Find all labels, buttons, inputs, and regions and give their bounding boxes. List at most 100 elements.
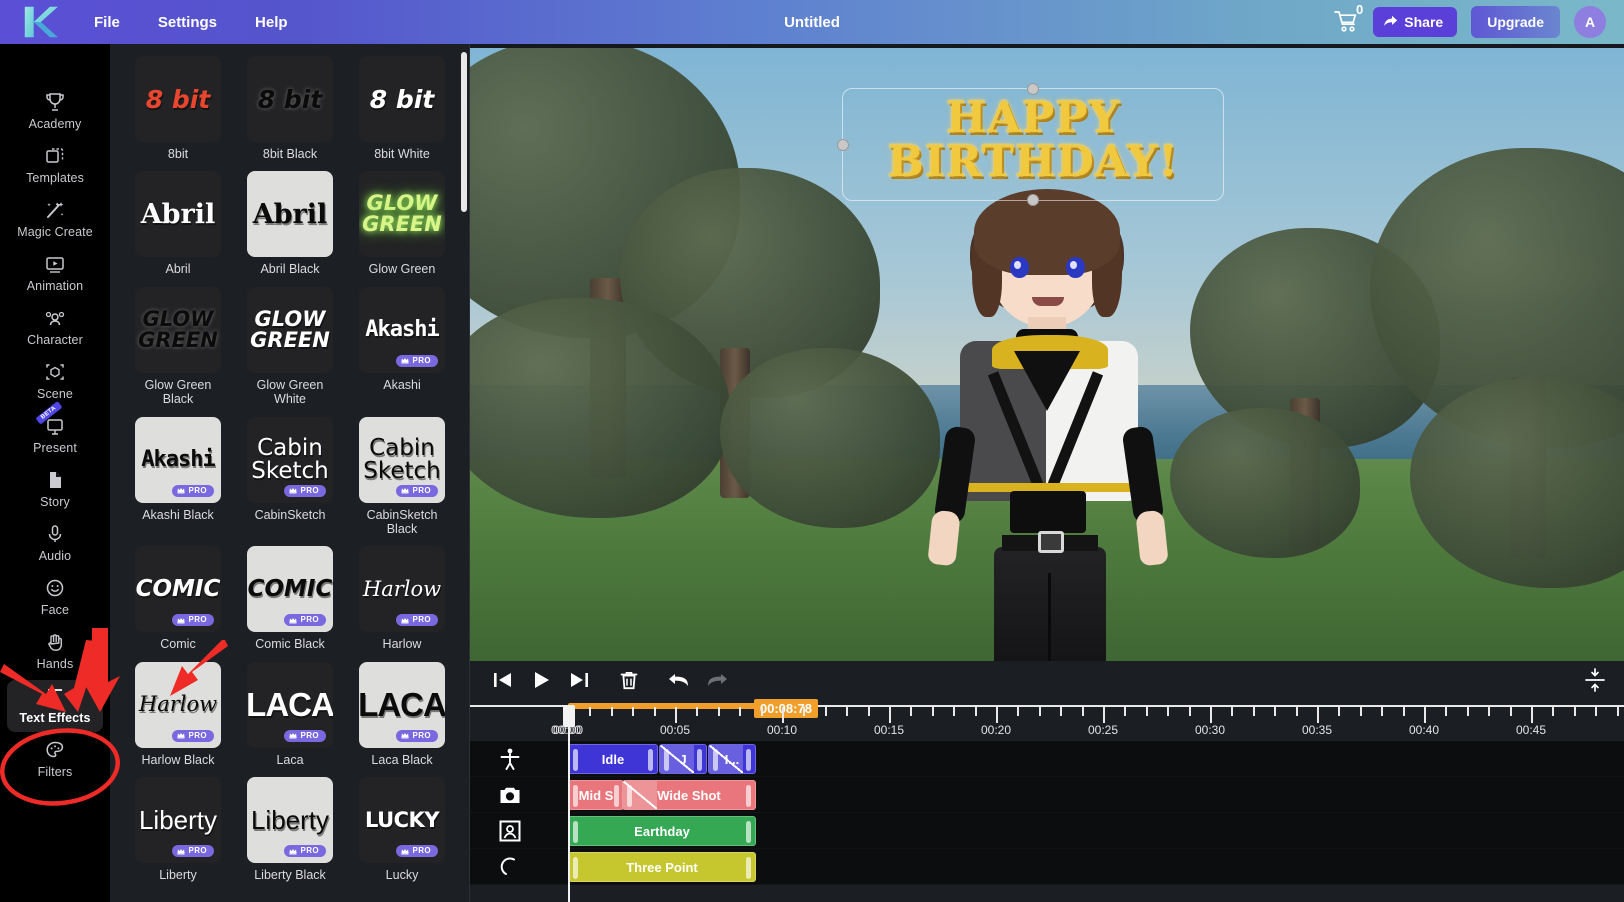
playhead-handle[interactable]: [563, 705, 575, 727]
menu-settings[interactable]: Settings: [144, 10, 231, 35]
font-style-card[interactable]: Abril Abril Black: [238, 171, 342, 276]
character-pants-seam: [1048, 573, 1051, 661]
timeline-clip[interactable]: Idle: [568, 744, 658, 774]
clip-trim-handle-left[interactable]: [573, 821, 578, 843]
timeline-track-lane[interactable]: Mid S Wide Shot: [568, 777, 1624, 812]
font-style-card[interactable]: Cabin Sketch PRO CabinSketch: [238, 416, 342, 537]
font-preview-thumbnail: Akashi PRO: [135, 416, 221, 503]
clip-trim-handle-right[interactable]: [648, 749, 653, 771]
sidebar-item-story[interactable]: Story: [7, 464, 103, 516]
jump-to-end-button[interactable]: [560, 665, 598, 695]
timeline-clip[interactable]: Mid S: [568, 780, 624, 810]
font-style-card[interactable]: Harlow PRO Harlow: [350, 546, 454, 651]
play-icon: [535, 672, 549, 688]
cart-button[interactable]: 0: [1333, 3, 1363, 36]
avatar-character[interactable]: [882, 189, 1212, 661]
font-style-card[interactable]: LACA PRO Laca Black: [350, 661, 454, 767]
ruler-tick-minor: [1081, 707, 1084, 716]
ruler-tick-minor: [1145, 707, 1148, 716]
clip-trim-handle-left[interactable]: [627, 785, 632, 807]
timeline-track-lane[interactable]: Three Point: [568, 849, 1624, 884]
font-style-card[interactable]: LACA PRO Laca: [238, 661, 342, 767]
font-preview-thumbnail: Akashi PRO: [359, 286, 445, 373]
font-style-card[interactable]: 8 bit 8bit: [126, 56, 230, 161]
ruler-tick-minor: [1616, 707, 1619, 716]
timeline-clip[interactable]: Earthday: [568, 816, 756, 846]
collapse-timeline-button[interactable]: [1582, 667, 1608, 693]
overlay-text[interactable]: HAPPY BIRTHDAY!: [829, 96, 1237, 185]
sidebar-item-scene[interactable]: Scene: [7, 356, 103, 408]
clip-trim-handle-right[interactable]: [746, 821, 751, 843]
sidebar-item-present[interactable]: BETA Present: [7, 401, 103, 462]
font-style-card[interactable]: Harlow PRO Harlow Black: [126, 661, 230, 767]
menu-help[interactable]: Help: [241, 10, 302, 35]
sidebar-item-academy[interactable]: Academy: [7, 86, 103, 138]
font-style-card[interactable]: Liberty PRO Liberty: [126, 777, 230, 882]
ruler-tick-minor: [974, 707, 977, 716]
playhead[interactable]: [563, 705, 575, 902]
upgrade-button[interactable]: Upgrade: [1471, 6, 1560, 38]
sidebar-item-face[interactable]: Face: [7, 572, 103, 624]
font-style-card[interactable]: Abril Abril: [126, 171, 230, 276]
font-style-card[interactable]: Cabin Sketch PRO CabinSketch Black: [350, 416, 454, 537]
resize-handle-bottom-center[interactable]: [1027, 194, 1039, 206]
clip-trim-handle-right[interactable]: [746, 785, 751, 807]
sidebar-item-filters[interactable]: Filters: [7, 734, 103, 786]
clip-trim-handle-left[interactable]: [573, 749, 578, 771]
font-style-card[interactable]: COMIC PRO Comic Black: [238, 546, 342, 651]
character-pose-icon[interactable]: [498, 747, 522, 771]
font-style-card[interactable]: 8 bit 8bit White: [350, 56, 454, 161]
panel-scrollbar[interactable]: [461, 52, 467, 212]
font-style-card[interactable]: 8 bit 8bit Black: [238, 56, 342, 161]
font-preview-text: Abril: [140, 198, 216, 230]
menu-file[interactable]: File: [80, 10, 134, 35]
font-preview-text: GLOW GREEN: [362, 191, 442, 237]
crown-icon: [289, 848, 298, 854]
sidebar-item-animation[interactable]: Animation: [7, 248, 103, 300]
timeline-clip[interactable]: I...: [708, 744, 756, 774]
sidebar-item-text-effects[interactable]: Text Effects: [7, 680, 103, 732]
ruler-tick-minor: [1381, 707, 1384, 716]
font-style-card[interactable]: GLOW GREEN Glow Green White: [238, 286, 342, 407]
sidebar-item-templates[interactable]: Templates: [7, 140, 103, 192]
timeline-clip[interactable]: J: [659, 744, 707, 774]
resize-handle-top-center[interactable]: [1027, 83, 1039, 95]
timeline-clip[interactable]: Wide Shot: [622, 780, 756, 810]
font-style-card[interactable]: Liberty PRO Liberty Black: [238, 777, 342, 882]
character-hand-left: [927, 509, 961, 567]
clip-trim-handle-left[interactable]: [573, 857, 578, 879]
sidebar-item-character[interactable]: Character: [7, 302, 103, 354]
font-style-card[interactable]: COMIC PRO Comic: [126, 546, 230, 651]
scene-frame-icon[interactable]: [498, 819, 522, 843]
app-logo[interactable]: [0, 5, 80, 39]
undo-button[interactable]: [660, 665, 698, 695]
font-style-card[interactable]: Akashi PRO Akashi: [350, 286, 454, 407]
ruler-tick-minor: [1402, 707, 1405, 716]
delete-button[interactable]: [610, 665, 648, 695]
font-preview-thumbnail: Liberty PRO: [135, 777, 221, 863]
preview-canvas[interactable]: HAPPY BIRTHDAY!: [470, 48, 1624, 661]
timeline-track-lane[interactable]: Earthday: [568, 813, 1624, 848]
ruler-tick-minor: [1124, 707, 1127, 716]
timeline-ruler[interactable]: 00:08:78 00:0000:0500:1000:1500:2000:250…: [470, 699, 1624, 741]
font-style-card[interactable]: Akashi PRO Akashi Black: [126, 416, 230, 537]
clip-trim-handle-right[interactable]: [746, 857, 751, 879]
sidebar-item-magic-create[interactable]: Magic Create: [7, 194, 103, 246]
redo-button[interactable]: [698, 665, 736, 695]
avatar[interactable]: A: [1574, 6, 1606, 38]
font-style-card[interactable]: GLOW GREEN Glow Green: [350, 171, 454, 276]
font-preview-text: Abril: [252, 198, 328, 230]
resize-handle-middle-left[interactable]: [837, 138, 849, 151]
play-button[interactable]: [522, 665, 560, 695]
font-style-card[interactable]: GLOW GREEN Glow Green Black: [126, 286, 230, 407]
camera-icon[interactable]: [498, 783, 522, 807]
share-button[interactable]: Share: [1373, 7, 1458, 37]
lighting-icon[interactable]: [498, 855, 522, 879]
timeline-clip[interactable]: Three Point: [568, 852, 756, 882]
timeline-track-lane[interactable]: Idle J I...: [568, 741, 1624, 776]
jump-to-start-button[interactable]: [484, 665, 522, 695]
sidebar-item-hands[interactable]: Hands: [7, 626, 103, 678]
sidebar-item-audio[interactable]: Audio: [7, 518, 103, 570]
text-layer-selection[interactable]: HAPPY BIRTHDAY!: [837, 83, 1224, 206]
font-style-card[interactable]: LUCKY PRO Lucky: [350, 777, 454, 882]
